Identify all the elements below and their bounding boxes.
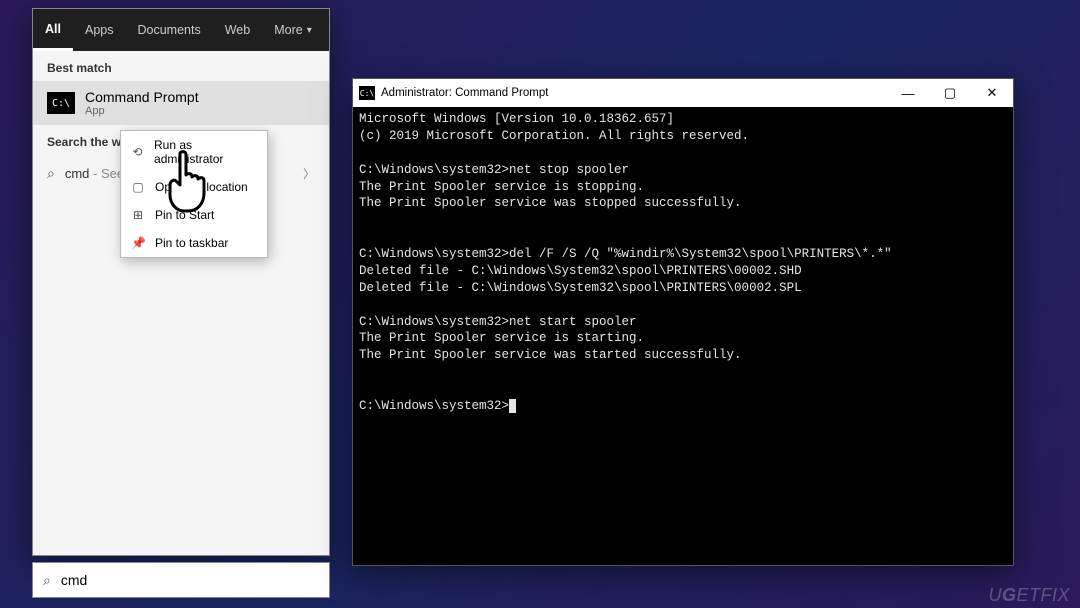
context-pin-to-start[interactable]: ⊞ Pin to Start (121, 201, 267, 229)
chevron-down-icon: ▾ (307, 25, 312, 36)
titlebar[interactable]: C:\ Administrator: Command Prompt — ▢ ✕ (353, 79, 1013, 107)
pin-icon: 📌 (131, 236, 145, 250)
context-menu: ⟲ Run as administrator ▢ Open file locat… (120, 130, 268, 258)
context-pin-to-taskbar[interactable]: 📌 Pin to taskbar (121, 229, 267, 257)
best-match-label: Best match (33, 51, 329, 81)
context-run-as-admin[interactable]: ⟲ Run as administrator (121, 131, 267, 173)
folder-icon: ▢ (131, 180, 145, 194)
window-title: Administrator: Command Prompt (381, 87, 548, 99)
search-icon: ⌕ (47, 165, 55, 182)
search-bar[interactable]: ⌕ (32, 562, 330, 598)
search-input[interactable] (61, 572, 319, 588)
maximize-button[interactable]: ▢ (929, 79, 971, 107)
chevron-right-icon: 〉 (303, 165, 315, 182)
tab-apps[interactable]: Apps (73, 9, 126, 51)
best-match-result[interactable]: C:\ Command Prompt App (33, 81, 329, 125)
start-search-panel: All Apps Documents Web More▾ Best match … (32, 8, 330, 556)
minimize-button[interactable]: — (887, 79, 929, 107)
terminal-output[interactable]: Microsoft Windows [Version 10.0.18362.65… (353, 107, 1013, 565)
search-icon: ⌕ (43, 572, 51, 589)
context-open-file-location[interactable]: ▢ Open file location (121, 173, 267, 201)
admin-icon: ⟲ (131, 145, 144, 159)
tab-all[interactable]: All (33, 9, 73, 51)
close-button[interactable]: ✕ (971, 79, 1013, 107)
search-tabs: All Apps Documents Web More▾ (33, 9, 329, 51)
tab-documents[interactable]: Documents (125, 9, 212, 51)
tab-web[interactable]: Web (213, 9, 262, 51)
result-title: Command Prompt (85, 89, 199, 105)
tab-more[interactable]: More▾ (262, 9, 324, 51)
command-prompt-icon: C:\ (47, 92, 75, 114)
cmd-window: C:\ Administrator: Command Prompt — ▢ ✕ … (352, 78, 1014, 566)
result-subtitle: App (85, 105, 199, 117)
watermark: UGETFIX (988, 585, 1070, 606)
cmd-titlebar-icon: C:\ (359, 86, 375, 100)
start-icon: ⊞ (131, 208, 145, 222)
